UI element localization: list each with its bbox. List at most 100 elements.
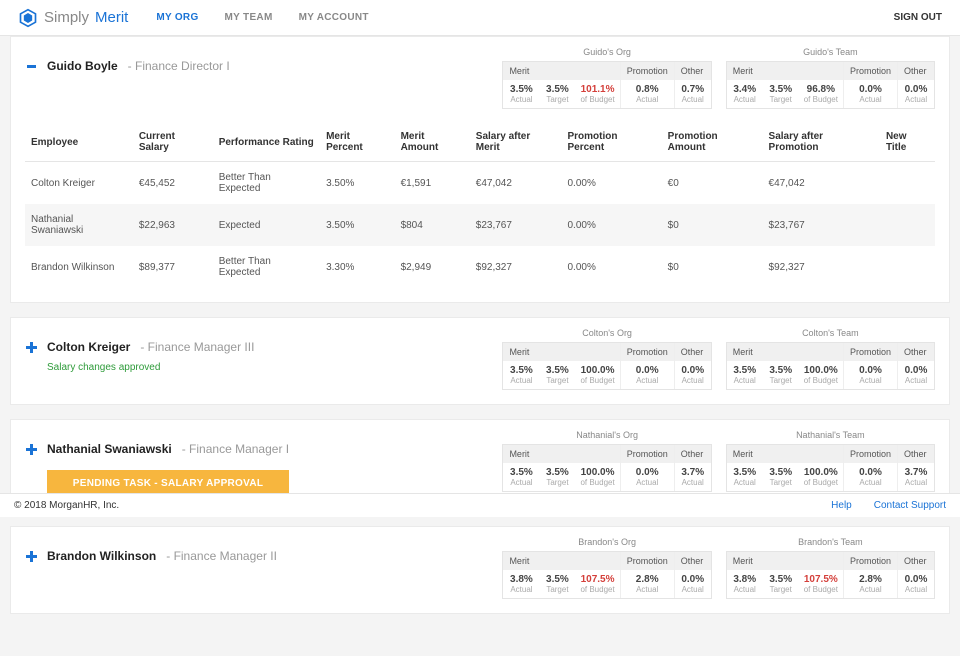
other-actual: 3.7% [905, 467, 928, 478]
merit-actual: 3.5% [733, 467, 756, 478]
th-new-title[interactable]: New Title [880, 123, 935, 162]
stats-other-header: Other [675, 552, 711, 570]
logo[interactable]: SimplyMerit [18, 8, 128, 28]
stats-promo-header: Promotion [844, 445, 897, 463]
other-actual: 0.0% [905, 574, 928, 585]
copyright: © 2018 MorganHR, Inc. [14, 500, 119, 511]
logo-icon [18, 8, 38, 28]
cell-merit-pct: 3.30% [320, 246, 394, 288]
stats-promo-header: Promotion [844, 552, 897, 570]
promo-actual: 0.0% [636, 467, 659, 478]
promo-actual: 0.0% [859, 84, 882, 95]
cell-salary-after-merit: $23,767 [470, 204, 562, 246]
merit-actual: 3.4% [733, 84, 756, 95]
promo-actual: 0.0% [859, 365, 882, 376]
stats-column: Guido's Team Merit 3.4%Actual 3.5%Target… [726, 47, 935, 109]
manager-card: Guido Boyle - Finance Director I Guido's… [10, 36, 950, 303]
collapse-icon[interactable] [25, 60, 37, 72]
stats-title: Colton's Team [802, 328, 859, 338]
stats-title: Brandon's Org [578, 537, 636, 547]
merit-target: 3.5% [546, 574, 569, 585]
stats-column: Brandon's Team Merit 3.8%Actual 3.5%Targ… [726, 537, 935, 599]
tab-my-team[interactable]: MY TEAM [225, 12, 273, 23]
promo-actual: 2.8% [636, 574, 659, 585]
manager-name[interactable]: Colton Kreiger [47, 340, 130, 354]
cell-new-title [880, 204, 935, 246]
stats-merit-header: Merit [727, 445, 843, 463]
stats-merit-header: Merit [727, 343, 843, 361]
stats-other-header: Other [675, 343, 711, 361]
cell-promo-amt: $0 [662, 204, 763, 246]
cell-perf: Better Than Expected [213, 162, 320, 205]
stats-box: Merit 3.8%Actual 3.5%Target 107.5%of Bud… [502, 551, 711, 599]
stats-other-header: Other [898, 62, 934, 80]
merit-actual: 3.5% [733, 365, 756, 376]
cell-promo-pct: 0.00% [561, 204, 661, 246]
stats-promo-header: Promotion [621, 445, 674, 463]
footer: © 2018 MorganHR, Inc. Help Contact Suppo… [0, 493, 960, 517]
tab-my-account[interactable]: MY ACCOUNT [299, 12, 369, 23]
merit-target: 3.5% [546, 84, 569, 95]
th-perf[interactable]: Performance Rating [213, 123, 320, 162]
cell-salary: €45,452 [133, 162, 213, 205]
th-salary-after-merit[interactable]: Salary after Merit [470, 123, 562, 162]
manager-name[interactable]: Nathanial Swaniawski [47, 442, 172, 456]
stats-promo-header: Promotion [621, 343, 674, 361]
manager-name[interactable]: Brandon Wilkinson [47, 549, 156, 563]
cell-employee: Nathanial Swaniawski [25, 204, 133, 246]
expand-icon[interactable] [25, 550, 37, 562]
merit-of-budget: 100.0% [804, 365, 838, 376]
merit-of-budget: 100.0% [581, 365, 615, 376]
merit-target: 3.5% [769, 84, 792, 95]
th-promo-pct[interactable]: Promotion Percent [561, 123, 661, 162]
promo-actual: 0.0% [636, 365, 659, 376]
promo-actual: 2.8% [859, 574, 882, 585]
help-link[interactable]: Help [831, 500, 852, 511]
stats-column: Colton's Org Merit 3.5%Actual 3.5%Target… [502, 328, 711, 390]
expand-icon[interactable] [25, 443, 37, 455]
th-salary-after-promo[interactable]: Salary after Promotion [763, 123, 880, 162]
promo-actual: 0.0% [859, 467, 882, 478]
th-promo-amt[interactable]: Promotion Amount [662, 123, 763, 162]
cell-employee: Colton Kreiger [25, 162, 133, 205]
tab-my-org[interactable]: MY ORG [156, 12, 198, 23]
table-row[interactable]: Brandon Wilkinson $89,377 Better Than Ex… [25, 246, 935, 288]
merit-of-budget: 107.5% [581, 574, 615, 585]
manager-title: - Finance Manager I [182, 442, 289, 456]
table-row[interactable]: Nathanial Swaniawski $22,963 Expected 3.… [25, 204, 935, 246]
other-actual: 0.7% [681, 84, 704, 95]
merit-of-budget: 100.0% [581, 467, 615, 478]
cell-merit-amt: $2,949 [395, 246, 470, 288]
stats-other-header: Other [898, 552, 934, 570]
stats-promo-header: Promotion [621, 62, 674, 80]
expand-icon[interactable] [25, 341, 37, 353]
stats-box: Merit 3.5%Actual 3.5%Target 100.0%of Bud… [502, 342, 711, 390]
stats-promo-header: Promotion [621, 552, 674, 570]
cell-salary-after-promo: $92,327 [763, 246, 880, 288]
sign-out-link[interactable]: SIGN OUT [894, 12, 942, 23]
stats-title: Guido's Team [803, 47, 858, 57]
th-merit-amt[interactable]: Merit Amount [395, 123, 470, 162]
th-merit-pct[interactable]: Merit Percent [320, 123, 394, 162]
cell-salary: $89,377 [133, 246, 213, 288]
contact-support-link[interactable]: Contact Support [874, 500, 946, 511]
merit-target: 3.5% [769, 365, 792, 376]
stats-merit-header: Merit [503, 62, 619, 80]
other-actual: 3.7% [681, 467, 704, 478]
cell-employee: Brandon Wilkinson [25, 246, 133, 288]
stats-column: Brandon's Org Merit 3.8%Actual 3.5%Targe… [502, 537, 711, 599]
th-current-salary[interactable]: Current Salary [133, 123, 213, 162]
stats-other-header: Other [675, 445, 711, 463]
merit-target: 3.5% [546, 365, 569, 376]
stats-column: Nathanial's Team Merit 3.5%Actual 3.5%Ta… [726, 430, 935, 492]
stats-merit-header: Merit [503, 343, 619, 361]
table-row[interactable]: Colton Kreiger €45,452 Better Than Expec… [25, 162, 935, 205]
cell-new-title [880, 246, 935, 288]
stats-merit-header: Merit [727, 552, 843, 570]
merit-target: 3.5% [769, 574, 792, 585]
merit-actual: 3.5% [510, 467, 533, 478]
cell-merit-pct: 3.50% [320, 204, 394, 246]
manager-title: - Finance Manager II [166, 549, 277, 563]
th-employee[interactable]: Employee [25, 123, 133, 162]
manager-name[interactable]: Guido Boyle [47, 59, 118, 73]
